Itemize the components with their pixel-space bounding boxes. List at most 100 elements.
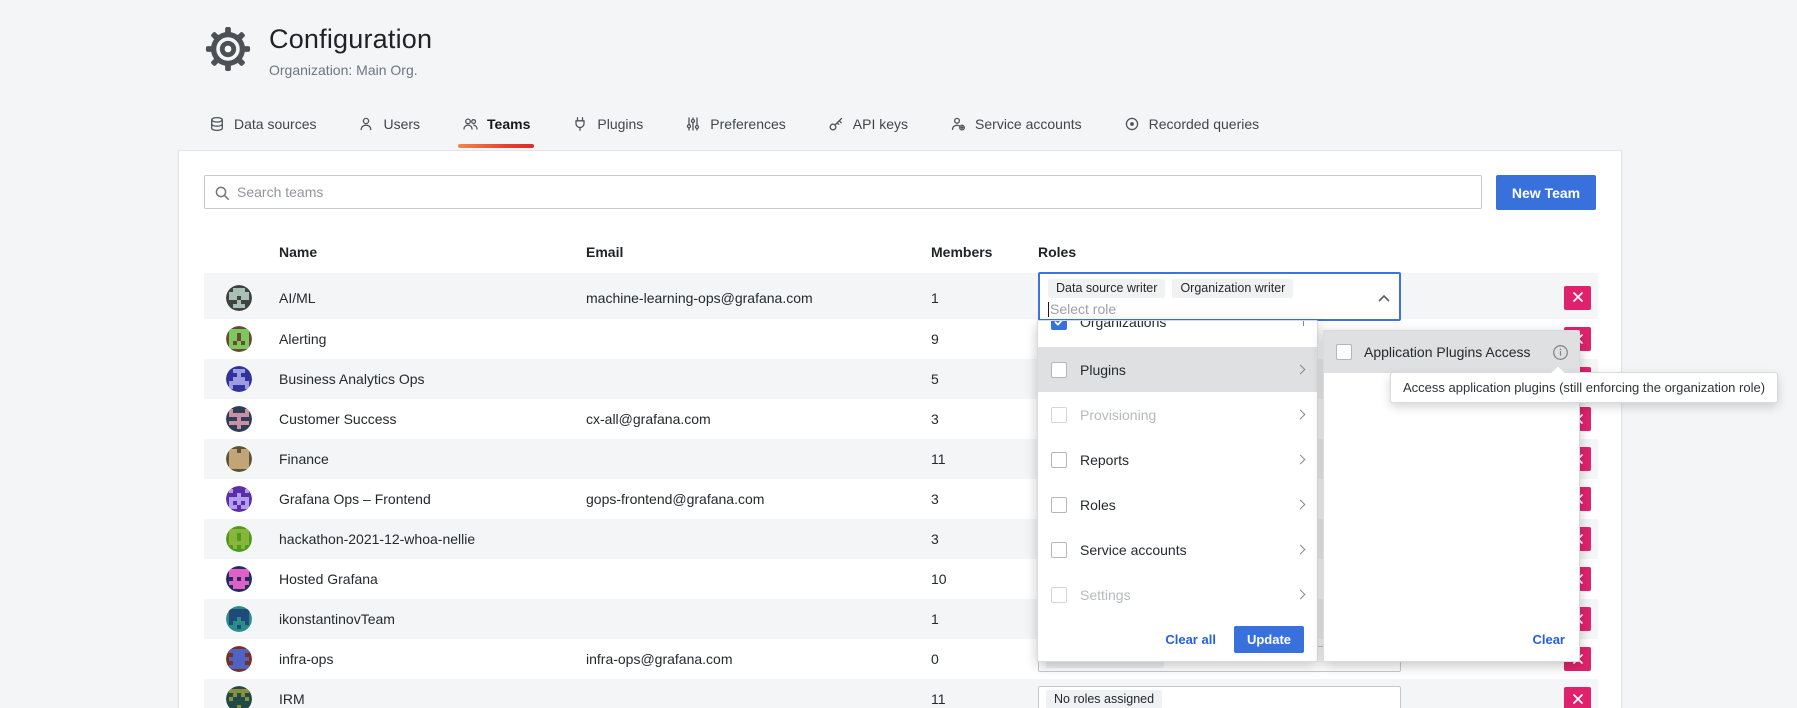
info-icon[interactable] [1552,344,1569,361]
tab-data-sources[interactable]: Data sources [205,110,320,148]
team-avatar [226,326,252,352]
group-label: Roles [1080,497,1116,513]
table-row-ai-ml: AI/MLmachine-learning-ops@grafana.com1 D… [204,273,1598,319]
users-icon [462,116,478,132]
team-email: gops-frontend@grafana.com [586,491,931,507]
team-name[interactable]: Finance [279,451,586,467]
submenu-item-label: Application Plugins Access [1364,344,1531,360]
tab-label: Users [383,116,420,132]
table-header: Name Email Members Roles [204,230,1598,273]
tooltip: Access application plugins (still enforc… [1390,372,1778,403]
chevron-right-icon [1296,500,1306,510]
group-checkbox[interactable] [1051,497,1067,513]
tab-api-keys[interactable]: API keys [824,110,912,148]
group-checkbox[interactable] [1051,321,1067,330]
tab-label: Recorded queries [1149,116,1260,132]
tab-recorded-queries[interactable]: Recorded queries [1120,110,1264,148]
tab-teams[interactable]: Teams [458,110,534,148]
team-name[interactable]: Alerting [279,331,586,347]
chevron-right-icon [1296,365,1306,375]
remove-team-button[interactable] [1564,687,1591,708]
team-name[interactable]: IRM [279,691,586,707]
database-icon [209,116,225,132]
tab-label: API keys [853,116,908,132]
close-icon [1573,290,1583,305]
search-input[interactable] [237,176,1477,208]
page-subtitle: Organization: Main Org. [269,62,432,78]
close-icon [1573,692,1583,707]
configuration-page: Configuration Organization: Main Org. Da… [0,0,1797,708]
tooltip-text: Access application plugins (still enforc… [1403,380,1765,395]
tab-label: Data sources [234,116,316,132]
group-checkbox[interactable] [1051,452,1067,468]
team-name[interactable]: ikonstantinovTeam [279,611,586,627]
group-checkbox [1051,587,1067,603]
column-header-email: Email [586,244,931,260]
new-team-button[interactable]: New Team [1496,175,1596,210]
team-avatar [226,646,252,672]
tab-users[interactable]: Users [354,110,424,148]
role-dropdown: Organizations Plugins Provisioning Reports R… [1037,320,1318,662]
clear-button[interactable]: Clear [1532,632,1565,647]
group-label: Reports [1080,452,1129,468]
page-header: Configuration Organization: Main Org. [205,24,432,78]
chevron-up-icon[interactable] [1378,294,1390,302]
submenu-item-application-plugins-access[interactable]: Application Plugins Access [1324,331,1579,373]
role-group-item-service-accounts[interactable]: Service accounts [1038,527,1317,572]
role-picker-placeholder[interactable]: Select role [1050,301,1116,317]
team-avatar [226,566,252,592]
team-members: 11 [931,691,1038,707]
team-name[interactable]: AI/ML [279,290,586,306]
group-checkbox[interactable] [1051,542,1067,558]
team-name[interactable]: Customer Success [279,411,586,427]
team-members: 1 [931,290,1038,306]
column-header-name: Name [279,244,586,260]
team-email: machine-learning-ops@grafana.com [586,290,931,306]
team-name[interactable]: hackathon-2021-12-whoa-nellie [279,531,586,547]
page-title: Configuration [269,24,432,55]
key-icon [828,116,844,132]
user-icon [358,116,374,132]
tab-plugins[interactable]: Plugins [568,110,647,148]
tab-preferences[interactable]: Preferences [681,110,789,148]
group-label: Provisioning [1080,407,1156,423]
role-group-item-reports[interactable]: Reports [1038,437,1317,482]
role-select[interactable]: No roles assigned [1038,686,1401,708]
role-group-item-organizations[interactable]: Organizations [1038,321,1317,347]
team-name[interactable]: Hosted Grafana [279,571,586,587]
role-badges: Data source writer Organization writer [1048,279,1373,298]
role-badge: Data source writer [1048,279,1165,298]
application-plugins-access-checkbox[interactable] [1336,344,1352,360]
role-picker[interactable]: Data source writer Organization writer S… [1038,272,1401,321]
team-members: 11 [931,451,1038,467]
tab-service-accounts[interactable]: Service accounts [946,110,1086,148]
chevron-right-icon [1296,590,1306,600]
role-group-item-plugins[interactable]: Plugins [1038,347,1317,392]
team-avatar [226,526,252,552]
config-tabs: Data sources Users Teams Plugins Preferences… [205,110,1263,148]
group-checkbox[interactable] [1051,362,1067,378]
team-name[interactable]: Business Analytics Ops [279,371,586,387]
team-avatar [226,486,252,512]
team-email: cx-all@grafana.com [586,411,931,427]
group-label: Plugins [1080,362,1126,378]
update-button[interactable]: Update [1234,626,1304,653]
text-caret [1048,302,1049,317]
chevron-right-icon [1297,321,1304,326]
team-avatar [226,686,252,708]
role-group-item-provisioning: Provisioning [1038,392,1317,437]
remove-team-button[interactable] [1564,286,1591,310]
team-avatar [226,606,252,632]
group-label: Service accounts [1080,542,1187,558]
team-avatar [226,446,252,472]
clear-all-button[interactable]: Clear all [1165,632,1216,647]
team-members: 0 [931,651,1038,667]
team-avatar [226,366,252,392]
no-roles-badge: No roles assigned [1046,690,1162,708]
team-name[interactable]: Grafana Ops – Frontend [279,491,586,507]
team-members: 3 [931,411,1038,427]
role-group-item-roles[interactable]: Roles [1038,482,1317,527]
team-members: 3 [931,531,1038,547]
team-name[interactable]: infra-ops [279,651,586,667]
team-avatar [226,406,252,432]
